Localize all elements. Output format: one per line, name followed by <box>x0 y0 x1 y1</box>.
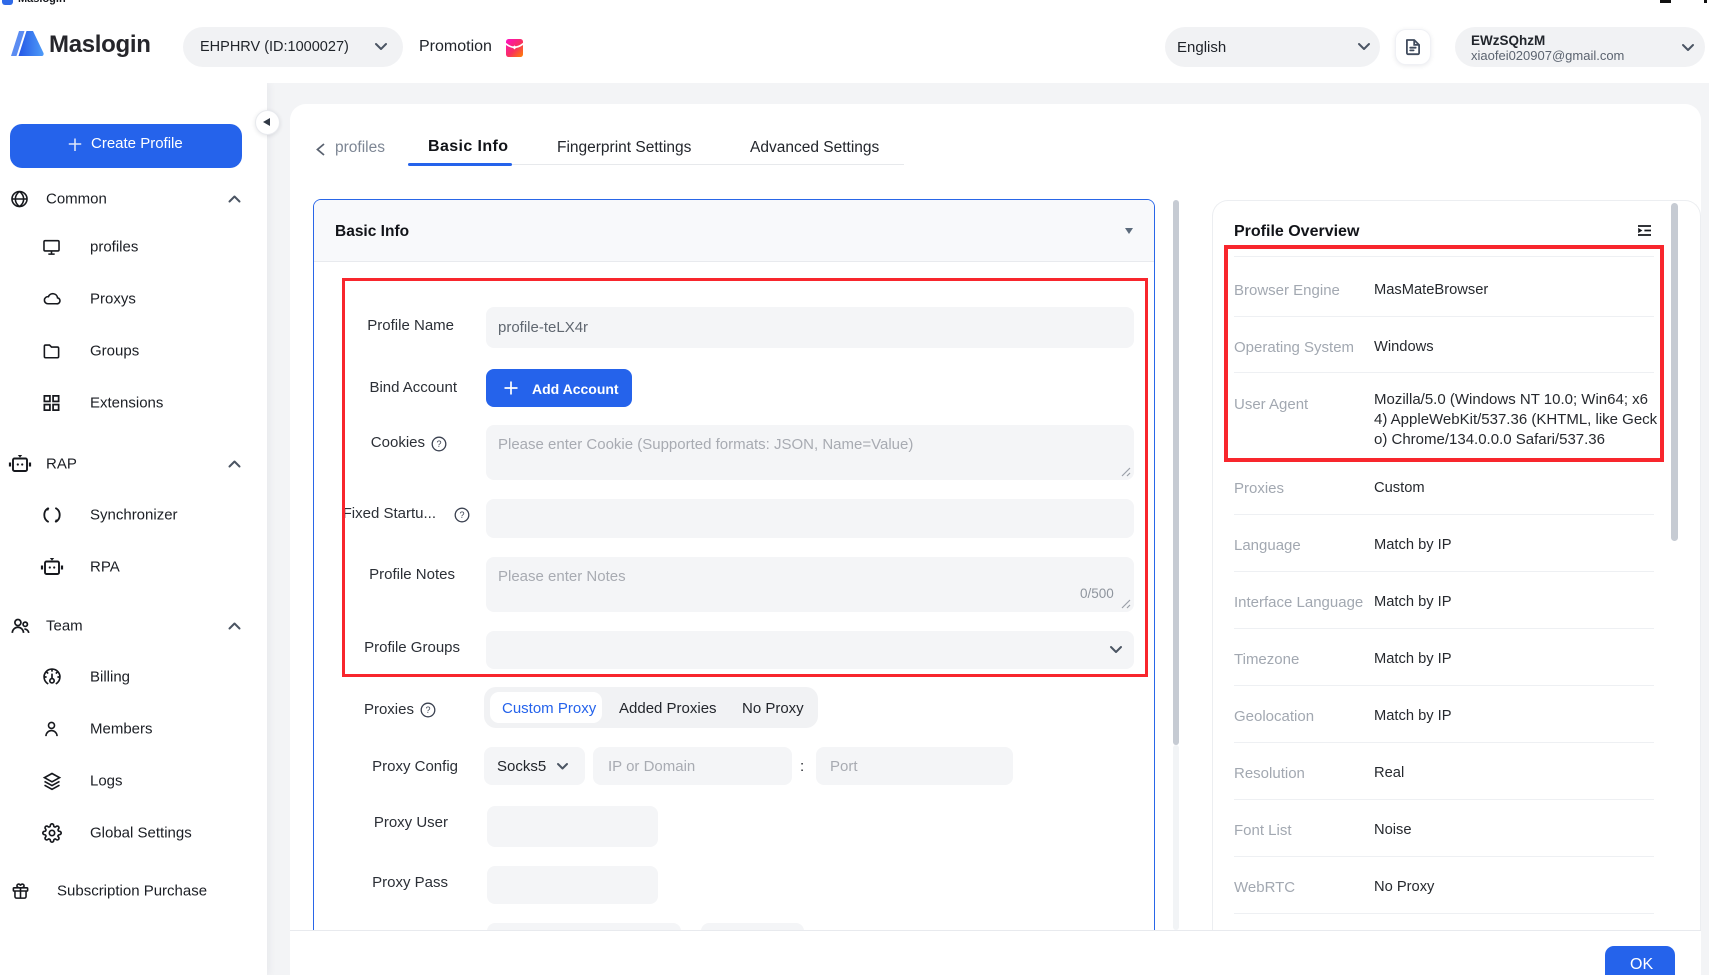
svg-text:?: ? <box>425 705 430 715</box>
